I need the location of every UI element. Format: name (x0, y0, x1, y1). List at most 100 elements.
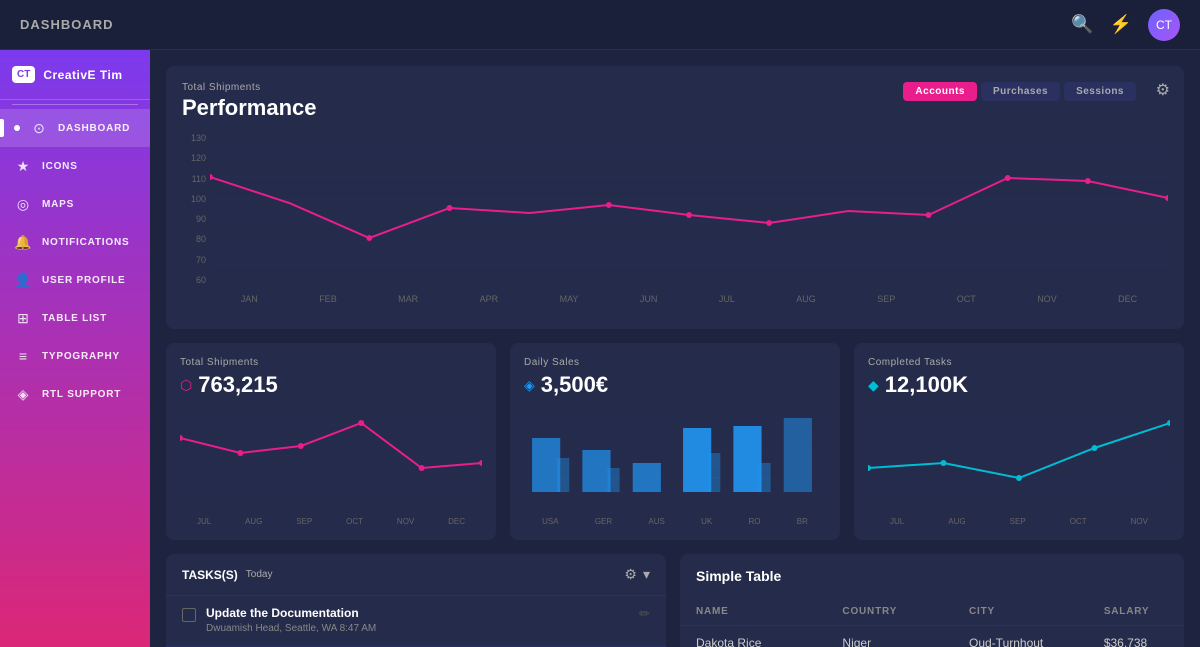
perf-y-labels: 60708090100110120130 (182, 133, 210, 285)
stat1-value-row: ⬡ 763,215 (180, 372, 482, 398)
task-desc-1: Dwuamish Head, Seattle, WA 8:47 AM (206, 622, 629, 636)
icons-icon: ★ (14, 157, 32, 175)
typography-icon: ≡ (14, 347, 32, 365)
sidebar-item-rtl[interactable]: ◈ RTL SUPPORT (0, 375, 150, 413)
col-city: City (953, 598, 1088, 626)
sidebar-item-dashboard[interactable]: ⊙ DASHBOARD (0, 109, 150, 147)
sidebar-item-user-profile[interactable]: 👤 USER PROFILE (0, 261, 150, 299)
stat3-x-labels: JULAUGSEPOCTNOV (868, 517, 1170, 526)
col-name: Name (680, 598, 826, 626)
cell-city: Oud-Turnhout (953, 626, 1088, 647)
stat2-icon: ◈ (524, 377, 535, 394)
tasks-header: TASKS(S) Today ⚙ ▾ (166, 554, 666, 596)
tasks-gear-icon[interactable]: ⚙ (624, 566, 637, 583)
brand-name: CreativE Tim (43, 68, 122, 82)
header-actions: 🔍 ⚡ CT (1071, 9, 1180, 41)
maps-icon: ◎ (14, 195, 32, 213)
sidebar-label-table-list: TABLE LIST (42, 313, 107, 324)
tasks-title-group: TASKS(S) Today (182, 568, 272, 582)
task-item-1: Update the Documentation Dwuamish Head, … (166, 596, 666, 647)
task-content-1: Update the Documentation Dwuamish Head, … (206, 606, 629, 636)
table-title: Simple Table (696, 568, 1168, 584)
stat3-icon: ◆ (868, 377, 879, 394)
cell-name: Dakota Rice (680, 626, 826, 647)
sidebar-label-notifications: NOTIFICATIONS (42, 237, 129, 248)
performance-card: Total Shipments Performance Accounts Pur… (166, 66, 1184, 329)
sidebar-label-typography: TYPOGRAPHY (42, 351, 120, 362)
tab-sessions[interactable]: Sessions (1064, 82, 1136, 101)
sidebar-label-dashboard: DASHBOARD (58, 123, 130, 134)
task-checkbox-1[interactable] (182, 608, 196, 622)
table-row: Dakota RiceNigerOud-Turnhout$36,738 (680, 626, 1184, 647)
cell-country: Niger (826, 626, 953, 647)
sidebar-item-maps[interactable]: ◎ MAPS (0, 185, 150, 223)
sidebar-label-maps: MAPS (42, 199, 74, 210)
tasks-card: TASKS(S) Today ⚙ ▾ Update the Documentat… (166, 554, 666, 647)
sidebar-item-table-list[interactable]: ⊞ TABLE LIST (0, 299, 150, 337)
stat2-value-row: ◈ 3,500€ (524, 372, 826, 398)
sidebar: CT CreativE Tim ⊙ DASHBOARD ★ ICONS ◎ MA… (0, 50, 150, 647)
col-country: Country (826, 598, 953, 626)
table-list-icon: ⊞ (14, 309, 32, 327)
page-title: DASHBOARD (20, 17, 114, 32)
stat1-value: 763,215 (198, 372, 278, 398)
stat1-x-labels: JULAUGSEPOCTNOVDEC (180, 517, 482, 526)
stat1-subtitle: Total Shipments (180, 357, 482, 368)
sidebar-item-typography[interactable]: ≡ TYPOGRAPHY (0, 337, 150, 375)
stat2-x-labels: USAGERAUSUKROBR (524, 517, 826, 526)
sidebar-item-notifications[interactable]: 🔔 NOTIFICATIONS (0, 223, 150, 261)
table-card: Simple Table Name Country City Salary Da… (680, 554, 1184, 647)
dashboard-icon: ⊙ (30, 119, 48, 137)
stat-card-shipments: Total Shipments ⬡ 763,215 (166, 343, 496, 540)
stat3-chart (868, 408, 1170, 508)
cell-salary: $36,738 (1088, 626, 1184, 647)
task-name-1: Update the Documentation (206, 606, 629, 620)
main-content: Total Shipments Performance Accounts Pur… (150, 50, 1200, 647)
top-header: DASHBOARD 🔍 ⚡ CT (0, 0, 1200, 50)
avatar[interactable]: CT (1148, 9, 1180, 41)
perf-x-labels: JANFEBMARAPRMAYJUNJULAUGSEPOCTNOVDEC (210, 294, 1168, 304)
stat-card-sales: Daily Sales ◈ 3,500€ (510, 343, 840, 540)
stat1-chart (180, 408, 482, 508)
performance-chart: 60708090100110120130 (182, 133, 1168, 313)
tab-purchases[interactable]: Purchases (981, 82, 1060, 101)
table-header: Simple Table (680, 554, 1184, 598)
stats-row: Total Shipments ⬡ 763,215 (166, 343, 1184, 540)
perf-line-chart (210, 133, 1168, 285)
simple-table: Name Country City Salary Dakota RiceNige… (680, 598, 1184, 647)
tab-accounts[interactable]: Accounts (903, 82, 977, 101)
sidebar-label-rtl: RTL SUPPORT (42, 389, 121, 400)
sidebar-brand: CT CreativE Tim (0, 50, 150, 100)
stat3-value-row: ◆ 12,100K (868, 372, 1170, 398)
notifications-icon: 🔔 (14, 233, 32, 251)
perf-svg-container: JANFEBMARAPRMAYJUNJULAUGSEPOCTNOVDEC (210, 133, 1168, 304)
stat2-chart (524, 408, 826, 508)
sidebar-divider (12, 104, 138, 105)
tasks-title: TASKS(S) (182, 568, 238, 582)
main-layout: CT CreativE Tim ⊙ DASHBOARD ★ ICONS ◎ MA… (0, 50, 1200, 647)
stat-card-tasks: Completed Tasks ◆ 12,100K (854, 343, 1184, 540)
table-header-row: Name Country City Salary (680, 598, 1184, 626)
stat1-icon: ⬡ (180, 377, 192, 394)
search-icon[interactable]: 🔍 (1071, 14, 1093, 35)
task-edit-1[interactable]: ✏ (639, 606, 650, 622)
tasks-menu-icon[interactable]: ▾ (643, 566, 650, 583)
bottom-row: TASKS(S) Today ⚙ ▾ Update the Documentat… (166, 554, 1184, 647)
sidebar-label-user-profile: USER PROFILE (42, 275, 126, 286)
active-dot (14, 125, 20, 131)
stat3-subtitle: Completed Tasks (868, 357, 1170, 368)
settings-icon[interactable]: ⚙ (1156, 80, 1170, 100)
perf-tabs: Accounts Purchases Sessions (903, 82, 1136, 101)
stat2-subtitle: Daily Sales (524, 357, 826, 368)
rtl-icon: ◈ (14, 385, 32, 403)
tasks-actions: ⚙ ▾ (624, 566, 650, 583)
stat2-value: 3,500€ (541, 372, 608, 398)
tasks-date: Today (246, 569, 273, 580)
col-salary: Salary (1088, 598, 1184, 626)
activity-icon[interactable]: ⚡ (1110, 14, 1132, 35)
sidebar-label-icons: ICONS (42, 161, 78, 172)
stat3-value: 12,100K (885, 372, 968, 398)
brand-badge: CT (12, 66, 35, 83)
user-profile-icon: 👤 (14, 271, 32, 289)
sidebar-item-icons[interactable]: ★ ICONS (0, 147, 150, 185)
